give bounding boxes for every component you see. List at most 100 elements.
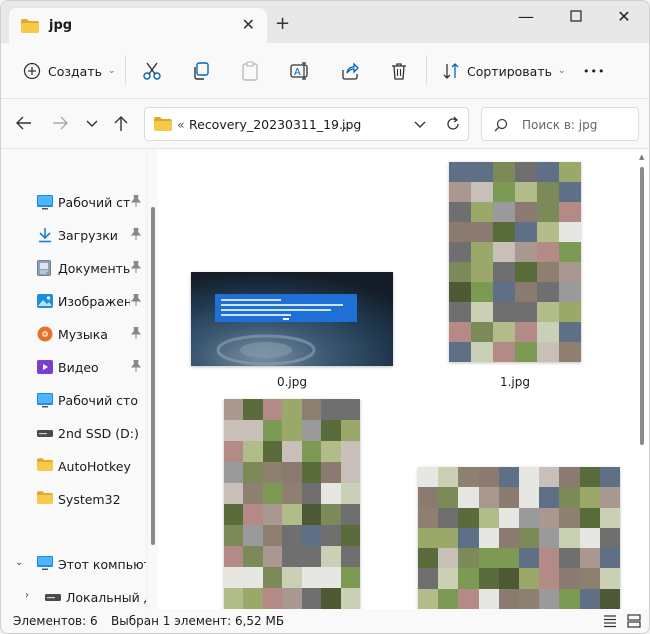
up-button[interactable] [113,115,129,136]
close-window-button[interactable]: ✕ [601,7,647,27]
address-history-button[interactable] [413,116,427,135]
sidebar-item-documents[interactable]: Документы [1,253,146,283]
paste-button[interactable] [241,59,259,83]
tiles-view-button[interactable] [627,614,641,631]
mosaic-cell [418,588,439,609]
mosaic-cell [418,487,439,508]
mosaic-cell [493,302,515,322]
maximize-button[interactable] [553,7,599,27]
sidebar-item-label: Музыка [58,327,108,342]
delete-button[interactable] [390,59,408,83]
mosaic-cell [282,420,302,441]
chevron-right-icon[interactable]: › [25,590,29,601]
documents-icon [37,260,51,279]
mosaic-cell [515,182,537,202]
mosaic-cell [559,162,581,182]
mosaic-cell [471,302,493,322]
content-scrollbar[interactable]: ▲ [637,149,649,609]
mosaic-cell [224,567,244,588]
chevron-down-icon [86,120,98,127]
back-button[interactable] [15,115,33,134]
share-button[interactable] [341,59,359,83]
create-button[interactable]: Создать ⌄ [23,59,116,83]
mosaic-cell [579,527,600,549]
mosaic-cell [537,182,559,202]
pin-icon [130,359,142,375]
mosaic-cell [458,527,479,549]
mosaic-cell [498,548,519,569]
rename-button[interactable]: A [290,59,310,83]
sort-button[interactable]: Сортировать ⌄ [442,59,566,83]
tab-jpg[interactable]: jpg ✕ [9,8,267,43]
mosaic-cell [599,568,620,589]
cut-button[interactable] [142,59,162,83]
mosaic-cell [301,483,322,504]
sidebar-item-video[interactable]: Видео [1,352,146,382]
address-bar[interactable]: « Recovery_20230311_19... › jpg [144,107,469,141]
mosaic-cell [493,182,515,202]
mosaic-cell [321,399,341,420]
pin-icon [130,227,142,243]
sidebar-item-system32[interactable]: System32 [1,484,146,514]
sidebar-item-desktop-2[interactable]: Рабочий стол [1,385,146,415]
sidebar-item-downloads[interactable]: Загрузки [1,220,146,250]
mosaic-cell [519,548,540,569]
mosaic-cell [519,527,540,549]
tab-close-icon[interactable]: ✕ [242,15,255,34]
tree-item-this-pc[interactable]: ⌄ Этот компьютер [1,549,146,579]
create-label: Создать [48,63,102,79]
refresh-button[interactable] [445,116,461,135]
selection-info: Выбран 1 элемент: 6,52 МБ [111,614,285,628]
search-box[interactable] [481,107,639,141]
breadcrumb-recovery[interactable]: Recovery_20230311_19... [189,117,351,132]
chevron-down-icon[interactable]: ⌄ [15,557,23,568]
mosaic-cell [498,527,519,549]
mosaic-cell [539,487,560,508]
breadcrumb-jpg[interactable]: jpg [342,117,361,132]
mosaic-cell [498,487,519,508]
mosaic-cell [262,462,283,483]
scrollbar-thumb[interactable] [640,167,644,445]
mosaic-cell [449,322,471,342]
tree-item-label: Локальный диск [66,590,146,605]
tree-item-local-disk[interactable]: › Локальный диск [1,582,146,609]
recent-locations-button[interactable] [85,118,99,132]
scrollbar-thumb[interactable] [151,207,155,545]
mosaic-cell [579,467,600,488]
command-bar: Создать ⌄ A Сортировать ⌄ ••• [1,43,649,99]
mosaic-cell [243,588,263,609]
copy-button[interactable] [192,59,210,83]
mosaic-cell [471,162,493,182]
sidebar-item-label: Видео [58,360,99,375]
sidebar-item-label: System32 [58,492,121,507]
sidebar-scrollbar[interactable] [148,149,158,609]
breadcrumb-overflow[interactable]: « [177,117,185,132]
mosaic-cell [493,242,515,262]
mosaic-cell [301,546,322,567]
sidebar-item-desktop[interactable]: Рабочий стол [1,187,146,217]
mosaic-cell [449,342,471,362]
mosaic-cell [599,507,620,528]
mosaic-cell [243,504,263,525]
video-icon [37,359,53,378]
sidebar-item-pictures[interactable]: Изображения [1,286,146,316]
mosaic-cell [321,441,341,462]
pixelated-thumbnail [418,467,620,609]
mosaic-cell [559,322,581,342]
more-options-button[interactable]: ••• [583,59,605,83]
details-view-button[interactable] [603,614,617,631]
sidebar-item-music[interactable]: Музыка [1,319,146,349]
sidebar-item-autohotkey[interactable]: AutoHotkey [1,451,146,481]
minimize-button[interactable]: — [503,7,549,27]
search-input[interactable] [522,116,634,134]
sidebar-item-label: Рабочий стол [58,195,130,210]
mosaic-cell [418,568,439,589]
cut-icon [142,61,162,81]
sidebar-item-drive-d[interactable]: 2nd SSD (D:) [1,418,146,448]
mosaic-cell [449,282,471,302]
forward-button[interactable] [51,115,69,134]
new-tab-button[interactable]: + [275,13,290,34]
mosaic-cell [262,399,283,420]
mosaic-cell [449,222,471,242]
scroll-up-icon[interactable]: ▲ [639,153,644,161]
